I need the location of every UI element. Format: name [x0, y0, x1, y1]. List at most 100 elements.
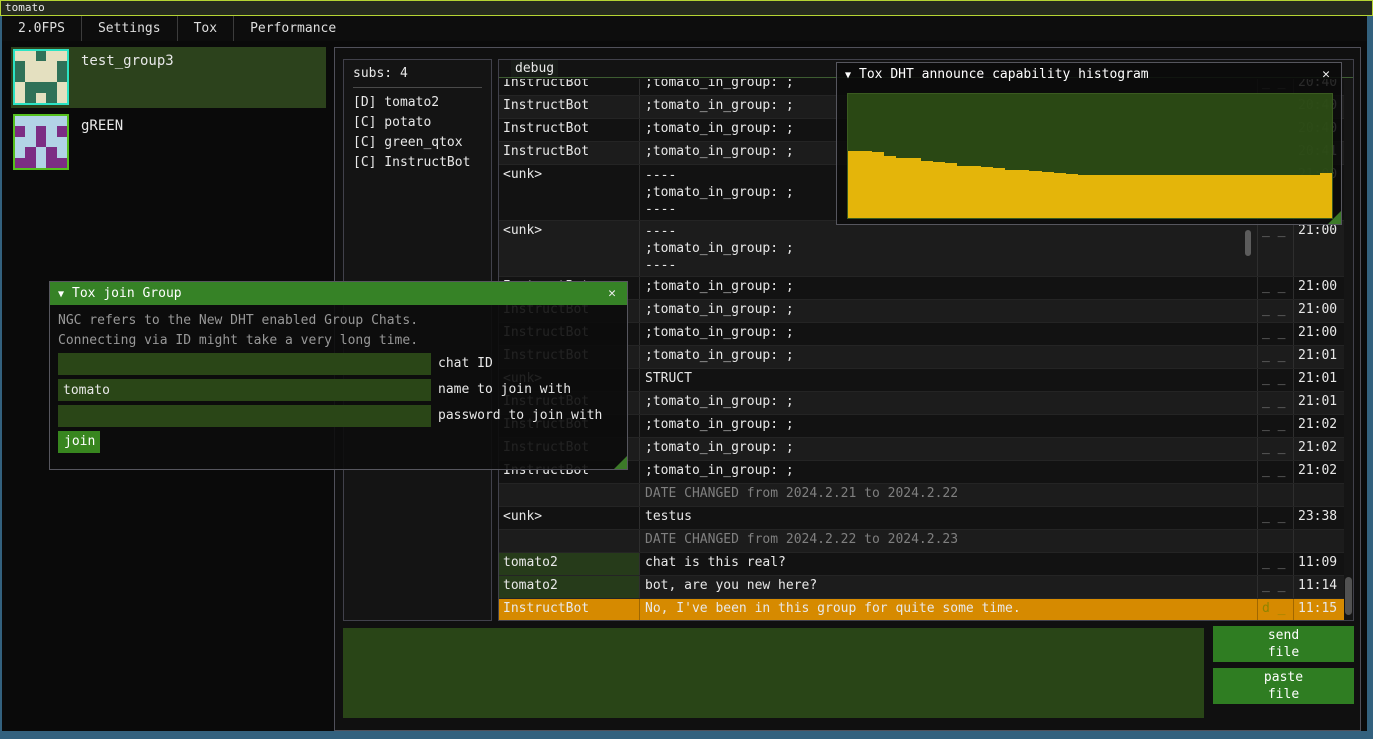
avatar-pixel: [25, 72, 35, 82]
date-separator-row[interactable]: DATE CHANGED from 2024.2.22 to 2024.2.23: [499, 530, 1344, 553]
join-name-field[interactable]: [58, 379, 431, 401]
message-mini-scrollbar[interactable]: [1245, 230, 1251, 256]
histogram-bar: [1102, 175, 1114, 218]
message-status-flags: _ _: [1257, 438, 1293, 460]
member-potato[interactable]: [C] potato: [353, 113, 482, 133]
join-button[interactable]: join: [58, 431, 100, 453]
message-text: ;tomato_in_group: ;: [639, 438, 1257, 460]
dht-histogram-titlebar[interactable]: ▼Tox DHT announce capability histogram ✕: [837, 63, 1341, 87]
avatar-pixel: [15, 147, 25, 157]
chat-scrollbar-thumb[interactable]: [1345, 577, 1352, 615]
histogram-bar: [896, 158, 908, 218]
close-icon[interactable]: ✕: [1317, 63, 1335, 86]
message-sender: InstructBot: [499, 119, 639, 141]
chat-message-row[interactable]: <unk>----;tomato_in_group: ;----_ _21:00: [499, 221, 1344, 277]
app-window: tomato 2.0FPSSettingsToxPerformance test…: [0, 0, 1373, 739]
avatar-pixel: [25, 116, 35, 126]
member-list: [D] tomato2[C] potato[C] green_qtox[C] I…: [353, 93, 482, 173]
chat-message-row[interactable]: InstructBotNo, I've been in this group f…: [499, 599, 1344, 620]
message-text: testus: [639, 507, 1257, 529]
message-timestamp: 21:00: [1293, 323, 1344, 345]
histogram-bar: [1042, 172, 1054, 218]
join-group-window: ▼Tox join Group ✕ NGC refers to the New …: [49, 281, 628, 470]
message-status-flags: _ _: [1257, 300, 1293, 322]
join-desc-line1: NGC refers to the New DHT enabled Group …: [58, 313, 418, 328]
group-row-green[interactable]: gREEN: [11, 112, 326, 173]
collapse-arrow-icon[interactable]: ▼: [58, 289, 64, 300]
histogram-bar: [1162, 175, 1174, 218]
tab-debug[interactable]: debug: [511, 60, 558, 77]
window-titlebar[interactable]: tomato: [0, 0, 1373, 16]
menu-item-tox[interactable]: Tox: [178, 16, 234, 41]
avatar-pixel: [36, 93, 46, 103]
avatar-pixel: [25, 158, 35, 168]
avatar-pixel: [15, 82, 25, 92]
histogram-bar: [921, 161, 933, 218]
join-desc-line2: Connecting via ID might take a very long…: [58, 333, 418, 348]
histogram-bar: [1150, 175, 1162, 218]
group-row-test_group3[interactable]: test_group3: [11, 47, 326, 108]
message-timestamp: 21:02: [1293, 438, 1344, 460]
resize-grip[interactable]: [614, 456, 627, 469]
avatar-pixel: [36, 158, 46, 168]
message-status-flags: _ _: [1257, 553, 1293, 575]
message-sender: [499, 530, 639, 552]
message-status-flags: d _: [1257, 599, 1293, 620]
member-green_qtox[interactable]: [C] green_qtox: [353, 133, 482, 153]
collapse-arrow-icon[interactable]: ▼: [845, 70, 851, 81]
histogram-bar: [993, 168, 1005, 218]
message-timestamp: [1293, 484, 1344, 506]
histogram-bar: [1114, 175, 1126, 218]
member-tomato2[interactable]: [D] tomato2: [353, 93, 482, 113]
avatar-pixel: [25, 82, 35, 92]
avatar-pixel: [46, 61, 56, 71]
join-password-field[interactable]: [58, 405, 431, 427]
send-file-button[interactable]: send file: [1213, 626, 1354, 662]
chat-id-field[interactable]: [58, 353, 431, 375]
avatar-pixel: [36, 72, 46, 82]
message-sender: tomato2: [499, 576, 639, 598]
chat-message-row[interactable]: tomato2bot, are you new here?_ _11:14: [499, 576, 1344, 599]
message-sender: <unk>: [499, 507, 639, 529]
avatar-pixel: [57, 61, 67, 71]
close-icon[interactable]: ✕: [603, 282, 621, 305]
avatar-pixel: [36, 147, 46, 157]
message-timestamp: 23:38: [1293, 507, 1344, 529]
join-name-label: name to join with: [438, 379, 571, 401]
histogram-bar: [1187, 175, 1199, 218]
message-timestamp: 11:14: [1293, 576, 1344, 598]
chat-scrollbar[interactable]: [1344, 79, 1353, 620]
message-text: ----;tomato_in_group: ;----: [639, 221, 1257, 276]
date-separator-row[interactable]: DATE CHANGED from 2024.2.21 to 2024.2.22: [499, 484, 1344, 507]
paste-file-button[interactable]: paste file: [1213, 668, 1354, 704]
avatar-pixel: [15, 72, 25, 82]
menu-bar: 2.0FPSSettingsToxPerformance: [2, 16, 1367, 41]
dht-histogram-plot[interactable]: [847, 93, 1333, 219]
avatar-pixel: [15, 61, 25, 71]
message-input[interactable]: [343, 628, 1204, 718]
message-timestamp: 11:09: [1293, 553, 1344, 575]
message-text: ;tomato_in_group: ;: [639, 277, 1257, 299]
histogram-bar: [1247, 175, 1259, 218]
message-text: DATE CHANGED from 2024.2.22 to 2024.2.23: [639, 530, 1257, 552]
chat-message-row[interactable]: tomato2chat is this real?_ _11:09: [499, 553, 1344, 576]
avatar-pixel: [15, 137, 25, 147]
avatar-pixel: [57, 116, 67, 126]
message-sender: <unk>: [499, 221, 639, 276]
message-status-flags: _ _: [1257, 346, 1293, 368]
histogram-bar: [1017, 170, 1029, 218]
menu-item-20fps[interactable]: 2.0FPS: [2, 16, 82, 41]
resize-grip[interactable]: [1328, 211, 1341, 224]
join-group-titlebar[interactable]: ▼Tox join Group ✕: [50, 282, 627, 305]
window-title: tomato: [5, 1, 45, 14]
histogram-bar: [1078, 175, 1090, 218]
chat-message-row[interactable]: <unk>testus_ _23:38: [499, 507, 1344, 530]
member-instructbot[interactable]: [C] InstructBot: [353, 153, 482, 173]
histogram-bar: [969, 166, 981, 218]
avatar-pixel: [46, 82, 56, 92]
menu-item-settings[interactable]: Settings: [82, 16, 178, 41]
histogram-bar: [1308, 175, 1320, 218]
message-timestamp: 21:00: [1293, 277, 1344, 299]
menu-item-performance[interactable]: Performance: [234, 16, 352, 41]
message-status-flags: _ _: [1257, 461, 1293, 483]
